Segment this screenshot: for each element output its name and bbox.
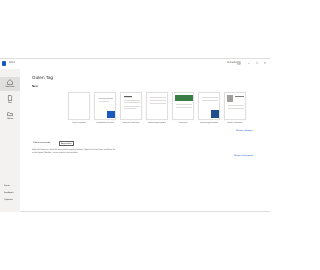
tab-recent[interactable]: Zuletzt verwendet xyxy=(32,141,51,146)
sidebar-feedback[interactable]: Feedback xyxy=(4,192,14,194)
sidebar: Startseite Neu Öffnen Konto Feedback Opt… xyxy=(0,69,20,212)
main-content: Guten Tag Neu Leeres Dokument Willkommen… xyxy=(28,69,264,212)
template-thumbnail xyxy=(146,92,168,120)
avatar-icon[interactable] xyxy=(237,61,241,65)
template-thumbnail xyxy=(198,92,220,120)
template-thumbnail xyxy=(68,92,90,120)
sidebar-item-open[interactable]: Öffnen xyxy=(0,109,20,123)
more-templates-link[interactable]: Weitere Vorlagen → xyxy=(236,130,256,132)
sidebar-options[interactable]: Optionen xyxy=(4,199,13,201)
sidebar-label-open: Öffnen xyxy=(6,118,14,120)
sidebar-item-home[interactable]: Startseite xyxy=(0,77,20,91)
greeting-heading: Guten Tag xyxy=(32,75,54,80)
letter-preview-icon xyxy=(150,97,166,104)
resume-preview-icon xyxy=(124,96,140,109)
template-thumbnail xyxy=(224,92,246,120)
sidebar-label-new: Neu xyxy=(7,102,12,104)
minimize-icon[interactable]: – xyxy=(246,60,252,66)
word-start-window: Word Anmelden – □ × Startseite Neu Öffne… xyxy=(0,58,270,212)
photo-resume-preview-icon xyxy=(227,95,244,109)
sidebar-account[interactable]: Konto xyxy=(4,185,10,187)
template-thumbnail xyxy=(120,92,142,120)
template-thumbnail xyxy=(94,92,116,120)
tab-pinned[interactable]: Angeheftet xyxy=(59,141,74,146)
sidebar-item-new[interactable]: Neu xyxy=(0,93,20,107)
home-icon xyxy=(7,79,13,85)
more-documents-link[interactable]: Weitere Dokumente → xyxy=(234,155,256,157)
folder-icon xyxy=(7,112,13,117)
maximize-icon[interactable]: □ xyxy=(254,60,260,66)
template-label: Modern Lebenslauf xyxy=(227,122,243,124)
green-resume-preview-icon xyxy=(175,95,193,108)
new-document-icon xyxy=(7,95,13,101)
pinned-info-line-2: auf das Symbol "Anheften", um sie an die… xyxy=(32,152,79,154)
blue-letter-preview-icon xyxy=(202,97,219,118)
close-icon[interactable]: × xyxy=(262,60,268,66)
app-title: Word xyxy=(9,61,15,64)
word-app-icon xyxy=(2,61,6,66)
title-bar: Word Anmelden – □ × xyxy=(0,59,270,69)
sidebar-label-home: Startseite xyxy=(5,86,15,88)
welcome-preview-icon xyxy=(99,98,115,118)
template-thumbnail xyxy=(172,92,194,120)
new-section-heading: Neu xyxy=(32,84,38,88)
